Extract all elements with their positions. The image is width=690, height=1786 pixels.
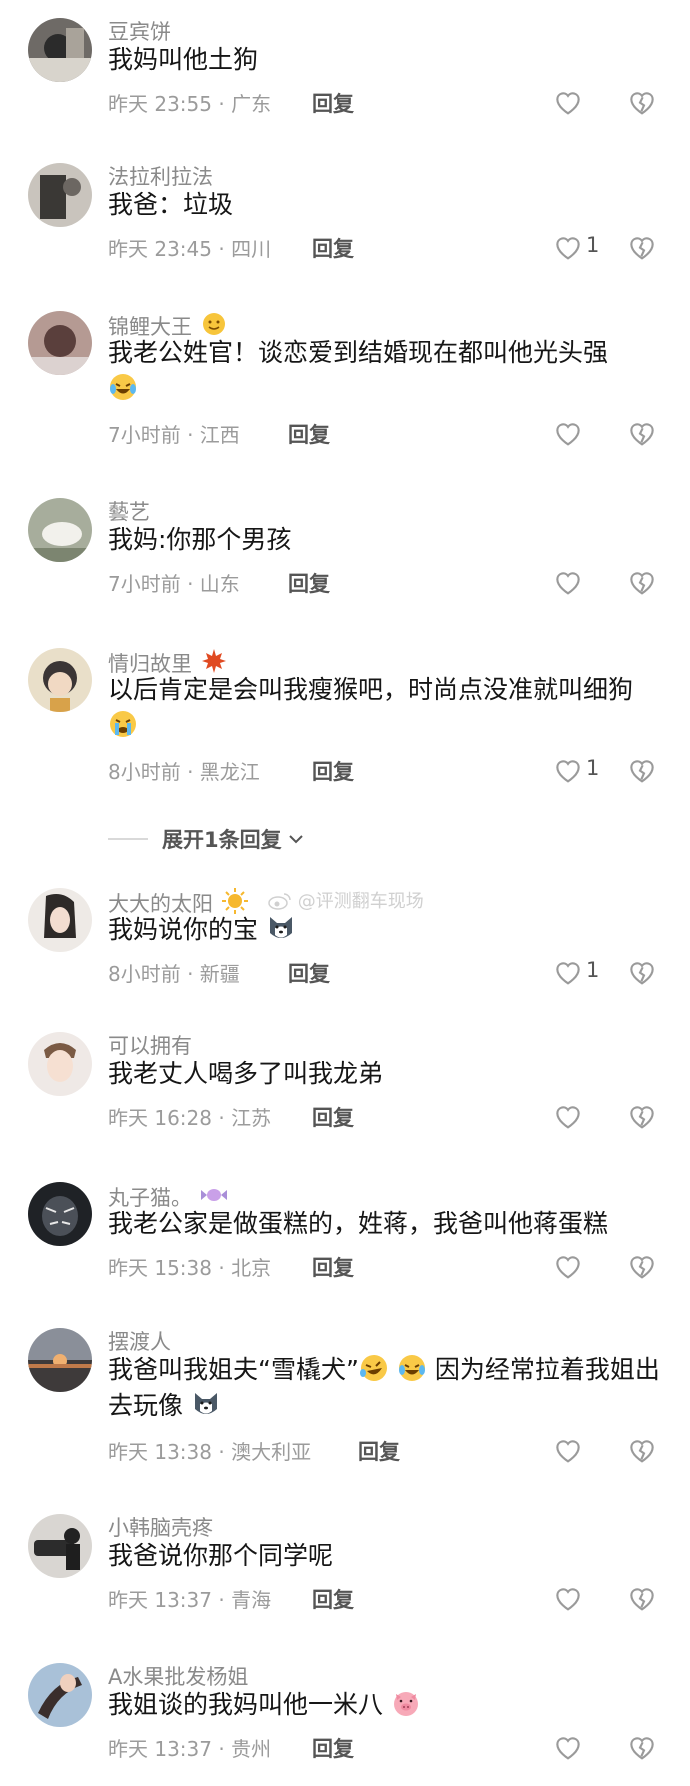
broken-heart-icon[interactable]: [626, 566, 658, 598]
heart-icon[interactable]: [552, 417, 584, 449]
broken-heart-icon[interactable]: [626, 956, 658, 988]
comment-meta: 7小时前 · 江西: [108, 423, 240, 447]
chevron-down-icon: [289, 835, 303, 844]
comment-text: 我老丈人喝多了叫我龙弟: [108, 1059, 384, 1088]
broken-heart-icon[interactable]: [626, 1582, 658, 1614]
rofl-emoji-icon: [359, 1355, 387, 1381]
laugh-cry-emoji-icon: [110, 374, 136, 400]
comment-meta: 昨天 13:37 · 青海: [108, 1588, 272, 1612]
comment-meta: 昨天 23:45 · 四川: [108, 237, 272, 261]
comment-meta: 昨天 13:37 · 贵州: [108, 1737, 272, 1761]
like-count: 1: [586, 958, 600, 982]
comment-text: 我妈叫他土狗: [108, 45, 259, 74]
reply-button[interactable]: 回复: [312, 1733, 354, 1763]
heart-icon[interactable]: [552, 1100, 584, 1132]
reply-button[interactable]: 回复: [288, 958, 330, 988]
comment-text: 以后肯定是会叫我瘦猴吧，时尚点没准就叫细狗: [108, 672, 668, 744]
husky-dog-emoji-icon: [194, 1393, 217, 1414]
reply-button[interactable]: 回复: [312, 1584, 354, 1614]
avatar[interactable]: [28, 1514, 92, 1578]
watermark: @评测翻车现场: [268, 887, 424, 913]
comment-text: 我爸：垃圾: [108, 190, 234, 219]
comment-meta: 昨天 15:38 · 北京: [108, 1256, 272, 1280]
laugh-cry-emoji-icon: [398, 1355, 425, 1381]
weibo-logo-icon: [268, 893, 291, 910]
avatar[interactable]: [28, 498, 92, 562]
broken-heart-icon[interactable]: [626, 231, 658, 263]
comment-text: 我爸叫我姐夫“雪橇犬” 因为经常拉着我姐出去玩像: [108, 1352, 668, 1424]
reply-button[interactable]: 回复: [312, 233, 354, 263]
avatar[interactable]: [28, 648, 92, 712]
avatar[interactable]: [28, 1182, 92, 1246]
broken-heart-icon[interactable]: [626, 1731, 658, 1763]
avatar[interactable]: [28, 1328, 92, 1392]
expand-replies-label: 展开1条回复: [162, 828, 282, 852]
reply-button[interactable]: 回复: [312, 756, 354, 786]
broken-heart-icon[interactable]: [626, 1100, 658, 1132]
comment-text: 我妈说你的宝: [108, 912, 668, 948]
comment-meta: 昨天 13:38 · 澳大利亚: [108, 1440, 312, 1464]
comment-text: 我姐谈的我妈叫他一米八: [108, 1687, 668, 1723]
heart-icon[interactable]: [552, 1582, 584, 1614]
comment-text: 我爸说你那个同学呢: [108, 1541, 334, 1570]
broken-heart-icon[interactable]: [626, 754, 658, 786]
broken-heart-icon[interactable]: [626, 417, 658, 449]
reply-button[interactable]: 回复: [312, 1102, 354, 1132]
heart-icon[interactable]: [552, 1434, 584, 1466]
avatar[interactable]: [28, 1663, 92, 1727]
avatar[interactable]: [28, 163, 92, 227]
heart-icon[interactable]: [552, 86, 584, 118]
heart-icon[interactable]: [552, 754, 584, 786]
reply-button[interactable]: 回复: [312, 88, 354, 118]
reply-button[interactable]: 回复: [358, 1436, 400, 1466]
avatar[interactable]: [28, 1032, 92, 1096]
crying-emoji-icon: [110, 711, 136, 737]
comment-meta: 8小时前 · 黑龙江: [108, 760, 260, 784]
comment-text: 我老公家是做蛋糕的，姓蒋，我爸叫他蒋蛋糕: [108, 1209, 609, 1238]
heart-icon[interactable]: [552, 566, 584, 598]
broken-heart-icon[interactable]: [626, 1434, 658, 1466]
avatar[interactable]: [28, 888, 92, 952]
avatar[interactable]: [28, 18, 92, 82]
comment-meta: 7小时前 · 山东: [108, 572, 240, 596]
husky-dog-emoji-icon: [269, 917, 292, 938]
heart-icon[interactable]: [552, 231, 584, 263]
divider: [108, 838, 148, 840]
comment-meta: 昨天 16:28 · 江苏: [108, 1106, 272, 1130]
reply-button[interactable]: 回复: [288, 568, 330, 598]
expand-replies-button[interactable]: 展开1条回复: [108, 824, 305, 854]
reply-button[interactable]: 回复: [288, 419, 330, 449]
comment-meta: 昨天 23:55 · 广东: [108, 92, 272, 116]
heart-icon[interactable]: [552, 1731, 584, 1763]
comment-text: 我老公姓官！谈恋爱到结婚现在都叫他光头强: [108, 335, 668, 407]
heart-icon[interactable]: [552, 956, 584, 988]
comment-text: 我妈:你那个男孩: [108, 525, 292, 554]
avatar[interactable]: [28, 311, 92, 375]
comment-meta: 8小时前 · 新疆: [108, 962, 240, 986]
broken-heart-icon[interactable]: [626, 1250, 658, 1282]
reply-button[interactable]: 回复: [312, 1252, 354, 1282]
like-count: 1: [586, 233, 600, 257]
like-count: 1: [586, 756, 600, 780]
broken-heart-icon[interactable]: [626, 86, 658, 118]
heart-icon[interactable]: [552, 1250, 584, 1282]
pig-emoji-icon: [393, 1692, 418, 1716]
